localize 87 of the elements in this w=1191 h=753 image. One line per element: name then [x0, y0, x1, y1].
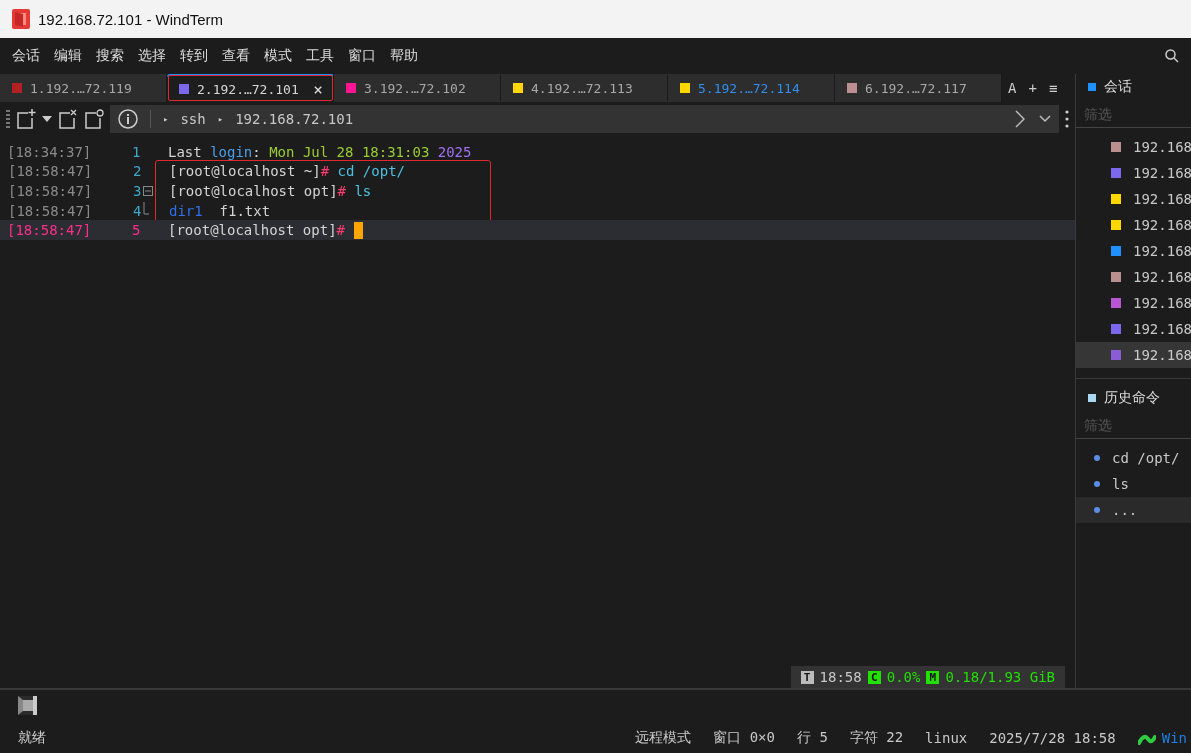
monitor-value: 0.18/1.93 GiB — [945, 669, 1055, 685]
history-item[interactable]: cd /opt/ — [1076, 445, 1191, 471]
panel-toggle-icon[interactable] — [18, 696, 37, 715]
panel-icon — [1088, 83, 1096, 91]
chevron-down-icon[interactable] — [1039, 115, 1051, 123]
timestamp: [18:34:37] — [6, 144, 93, 160]
terminal-text: dir1 f1.txt — [168, 203, 271, 219]
line-number: 3 — [133, 183, 142, 199]
menu-item[interactable]: 查看 — [222, 47, 250, 65]
tab[interactable]: 5.192.…72.114 — [668, 74, 835, 102]
tab[interactable]: 2.192.…72.101 × — [167, 74, 334, 102]
timestamp: [18:58:47] — [7, 163, 94, 179]
bullet-icon — [1094, 455, 1100, 461]
menu-item[interactable]: 模式 — [264, 47, 292, 65]
history-item[interactable]: ... — [1076, 497, 1191, 523]
tab[interactable]: 1.192.…72.119 — [0, 74, 167, 102]
status-item: 远程模式 — [635, 729, 692, 747]
status-item: 窗口 0×0 — [713, 729, 775, 747]
menu-item[interactable]: 帮助 — [390, 47, 418, 65]
panel-icon — [1088, 394, 1096, 402]
menu-item[interactable]: 搜索 — [96, 47, 124, 65]
menu-item[interactable]: 窗口 — [348, 47, 376, 65]
status-item: 行 5 — [796, 729, 828, 747]
fold-icon[interactable] — [143, 186, 154, 196]
new-tab-icon[interactable] — [16, 109, 36, 129]
close-tab-icon[interactable] — [58, 109, 78, 129]
session-item[interactable]: 192.168 — [1076, 134, 1191, 160]
terminal-text: [root@localhost opt]# ls — [168, 183, 372, 199]
session-item[interactable]: 192.168 — [1076, 342, 1191, 368]
session-item[interactable]: 192.168 — [1076, 316, 1191, 342]
menu-item[interactable]: 选择 — [138, 47, 166, 65]
session-item[interactable]: 192.168 — [1076, 238, 1191, 264]
breadcrumb-item[interactable]: 192.168.72.101 — [235, 111, 354, 127]
timestamp: [18:58:47] — [7, 203, 94, 219]
terminal-text: [root@localhost ~]# cd /opt/ — [168, 163, 405, 179]
search-icon[interactable] — [1165, 49, 1179, 63]
line-number: 1 — [132, 144, 141, 160]
terminal-text: Last login: Mon Jul 28 18:31:03 2025 — [167, 144, 472, 160]
status-item: linux — [925, 730, 968, 746]
status-item: 2025/7/28 18:58 — [989, 730, 1116, 746]
window-title: 192.168.72.101 - WindTerm — [38, 10, 224, 28]
session-item[interactable]: 192.168 — [1076, 290, 1191, 316]
menu-item[interactable]: 工具 — [306, 47, 334, 65]
session-item[interactable]: 192.168 — [1076, 264, 1191, 290]
breadcrumb-item[interactable]: ssh — [180, 111, 206, 127]
badge-icon: M — [926, 670, 940, 684]
brand-text: Win — [1161, 730, 1187, 746]
bullet-icon — [1094, 507, 1100, 513]
session-item[interactable]: 192.168 — [1076, 212, 1191, 238]
tab-action-button[interactable]: ≡ — [1048, 80, 1058, 96]
badge-icon: T — [800, 670, 814, 684]
terminal-text: [root@localhost opt]# — [167, 222, 345, 238]
badge-icon: C — [867, 670, 881, 684]
close-tab-button[interactable]: × — [313, 79, 323, 99]
history-item[interactable]: ls — [1076, 471, 1191, 497]
session-item[interactable]: 192.168 — [1076, 160, 1191, 186]
status-item: 字符 22 — [849, 729, 904, 747]
chevron-right-icon[interactable] — [1015, 110, 1025, 128]
line-number: 4 — [133, 203, 142, 219]
address-bar[interactable]: ▸ ssh ▸ 192.168.72.101 — [110, 105, 1059, 133]
line-number: 5 — [132, 222, 141, 238]
panel-title: 历史命令 — [1104, 389, 1160, 407]
info-icon[interactable] — [118, 109, 138, 129]
tab[interactable]: 4.192.…72.113 — [501, 74, 668, 102]
grip-icon[interactable] — [6, 110, 10, 128]
status-message: 就绪 — [18, 729, 46, 747]
session-item[interactable]: 192.168 — [1076, 186, 1191, 212]
menu-item[interactable]: 会话 — [12, 47, 40, 65]
menu-item[interactable]: 编辑 — [54, 47, 82, 65]
menu-item[interactable]: 转到 — [180, 47, 208, 65]
caret-icon[interactable] — [42, 116, 52, 122]
app-icon — [12, 9, 30, 29]
tab-action-button[interactable]: + — [1028, 80, 1037, 96]
tab[interactable]: 6.192.…72.117 — [835, 74, 1002, 102]
timestamp: [18:58:47] — [6, 222, 93, 238]
panel-title: 会话 — [1104, 78, 1132, 96]
timestamp: [18:58:47] — [7, 183, 94, 199]
tab[interactable]: 3.192.…72.102 — [334, 74, 501, 102]
restore-tab-icon[interactable] — [84, 109, 104, 129]
more-icon[interactable] — [1065, 110, 1069, 128]
triangle-icon: ▸ — [163, 114, 169, 124]
line-number: 2 — [133, 163, 142, 179]
triangle-icon: ▸ — [217, 114, 224, 124]
bullet-icon — [1094, 481, 1100, 487]
monitor-value: 0.0% — [886, 669, 921, 685]
tab-action-button[interactable]: A — [1008, 80, 1017, 96]
monitor-value: 18:58 — [819, 669, 862, 685]
